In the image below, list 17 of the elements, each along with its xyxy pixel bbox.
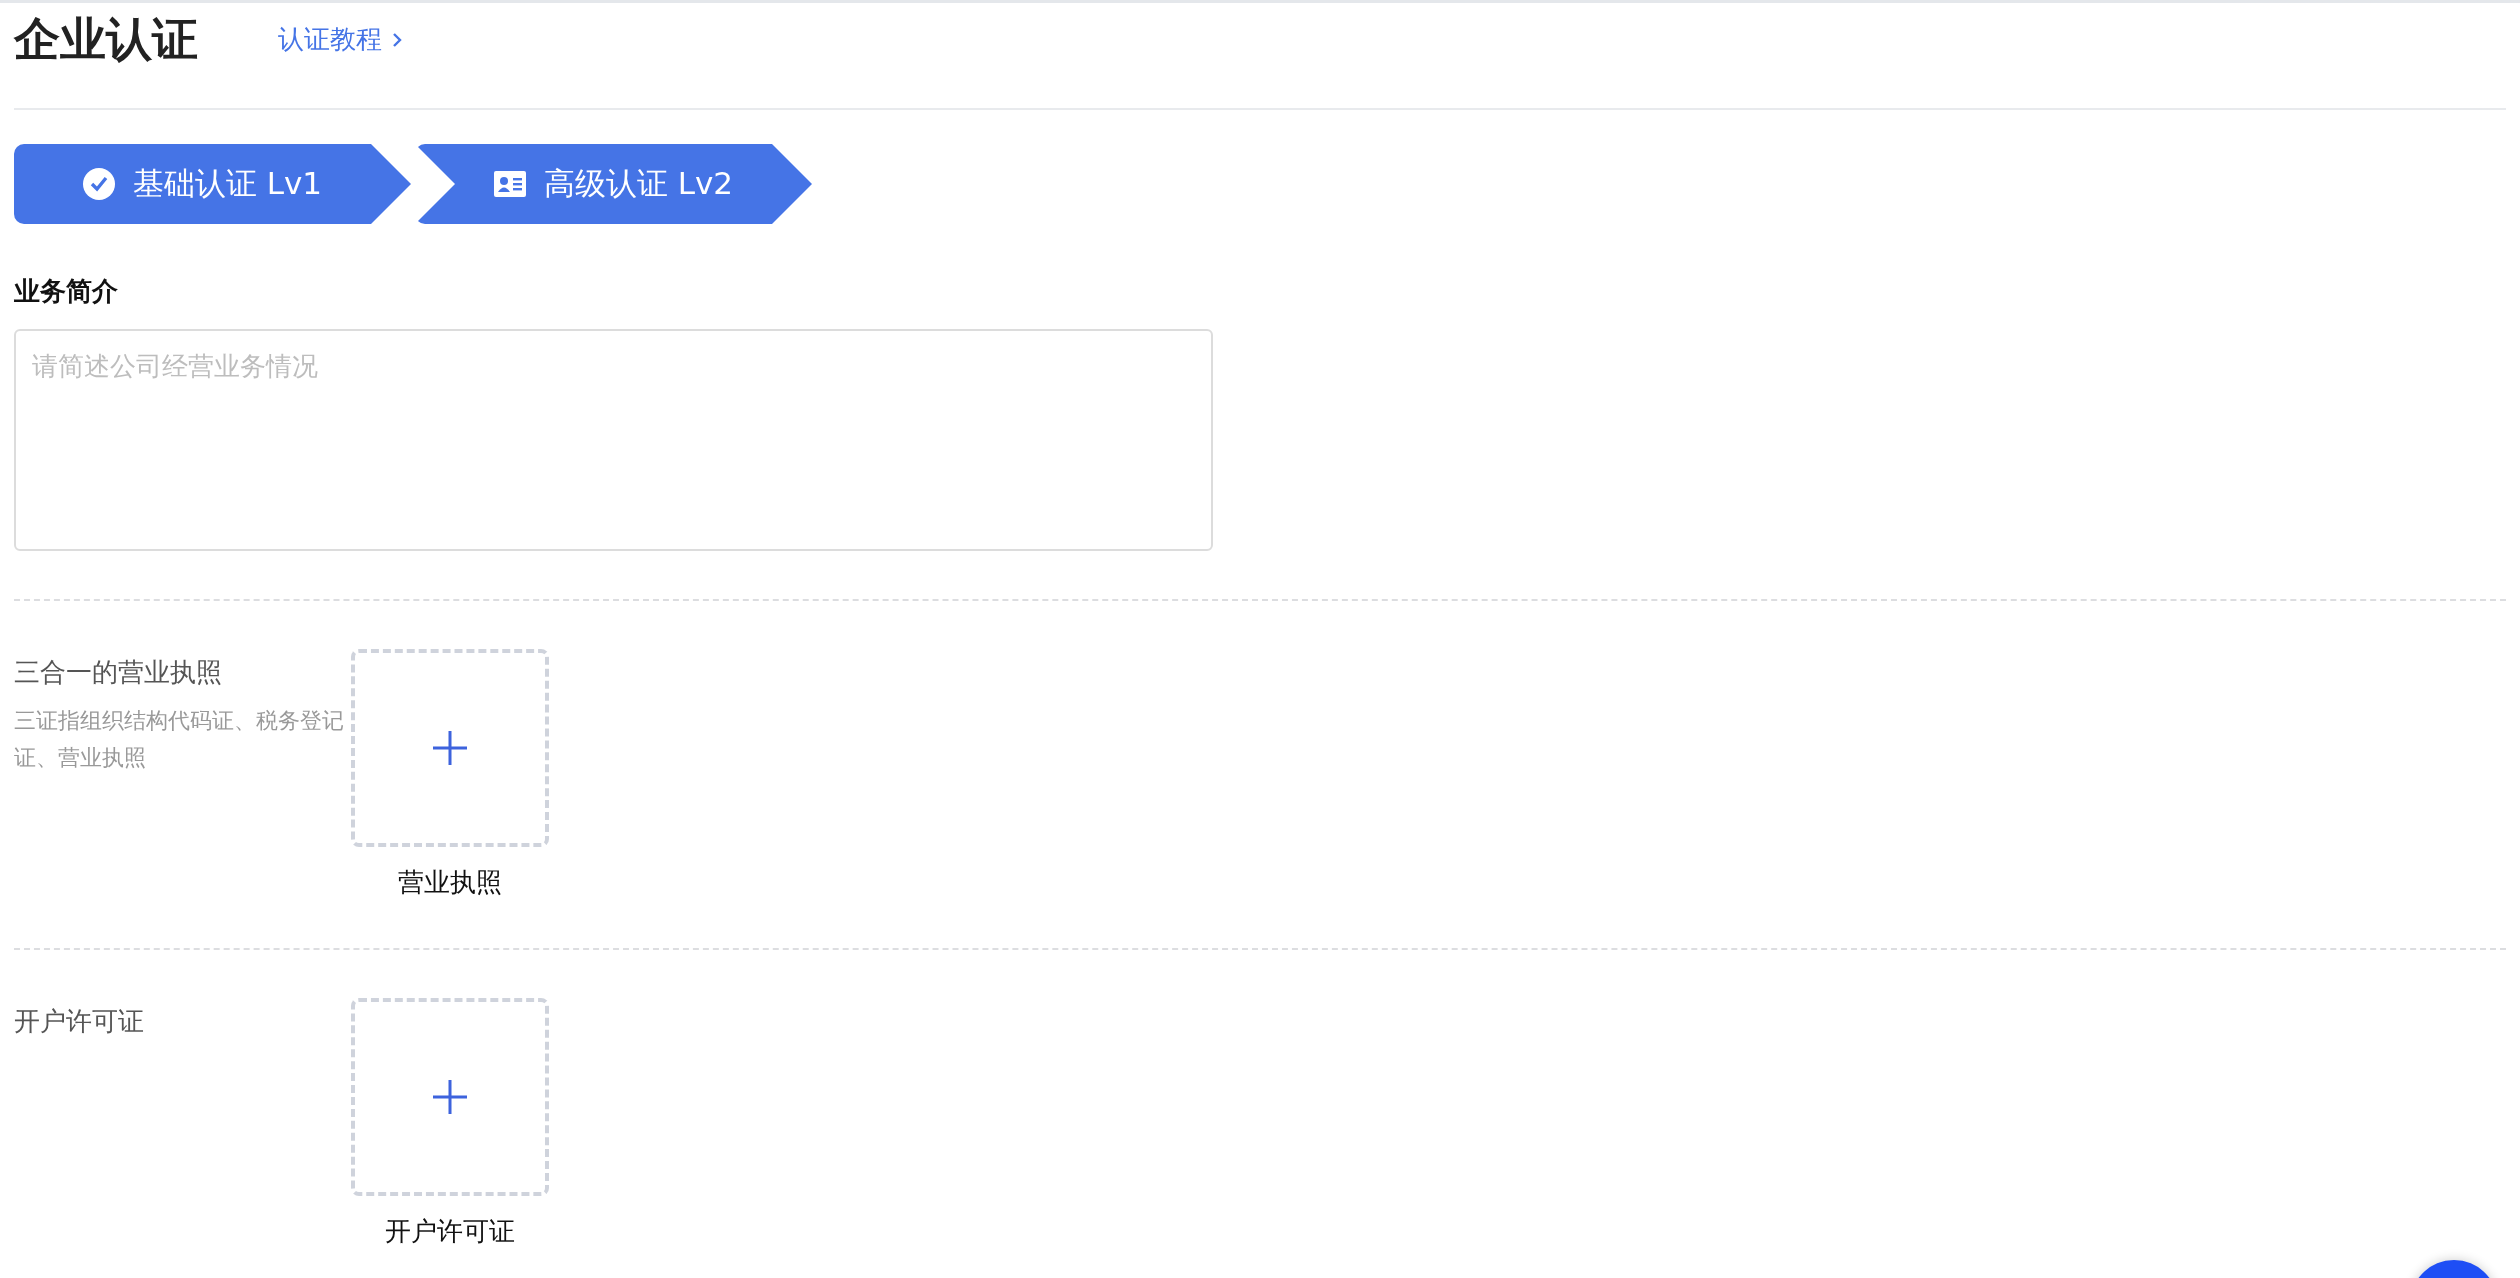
field-label: 三合一的营业执照 xyxy=(14,656,223,689)
section-label: 业务简介 xyxy=(14,275,119,308)
field-label: 开户许可证 xyxy=(14,1005,145,1038)
page-title: 企业认证 xyxy=(14,10,198,68)
tutorial-link[interactable]: 认证教程 xyxy=(278,22,402,57)
upload-box[interactable] xyxy=(351,649,549,847)
upload-caption: 营业执照 xyxy=(398,866,502,899)
hint-text: 三证指组织结构代码证、税务登记证、营业执照 xyxy=(14,707,344,772)
description-field[interactable]: 请简述公司经营业务情况 xyxy=(14,329,1213,551)
plus-icon xyxy=(432,730,468,766)
upload-box[interactable] xyxy=(351,998,549,1196)
plus-icon xyxy=(432,1079,468,1115)
chevron-icon xyxy=(392,31,402,48)
step-tab[interactable]: 基础认证 Lv1 xyxy=(14,144,411,224)
id-card-icon xyxy=(493,171,526,197)
upload-caption: 开户许可证 xyxy=(385,1215,515,1248)
check-circle-icon xyxy=(82,168,115,200)
